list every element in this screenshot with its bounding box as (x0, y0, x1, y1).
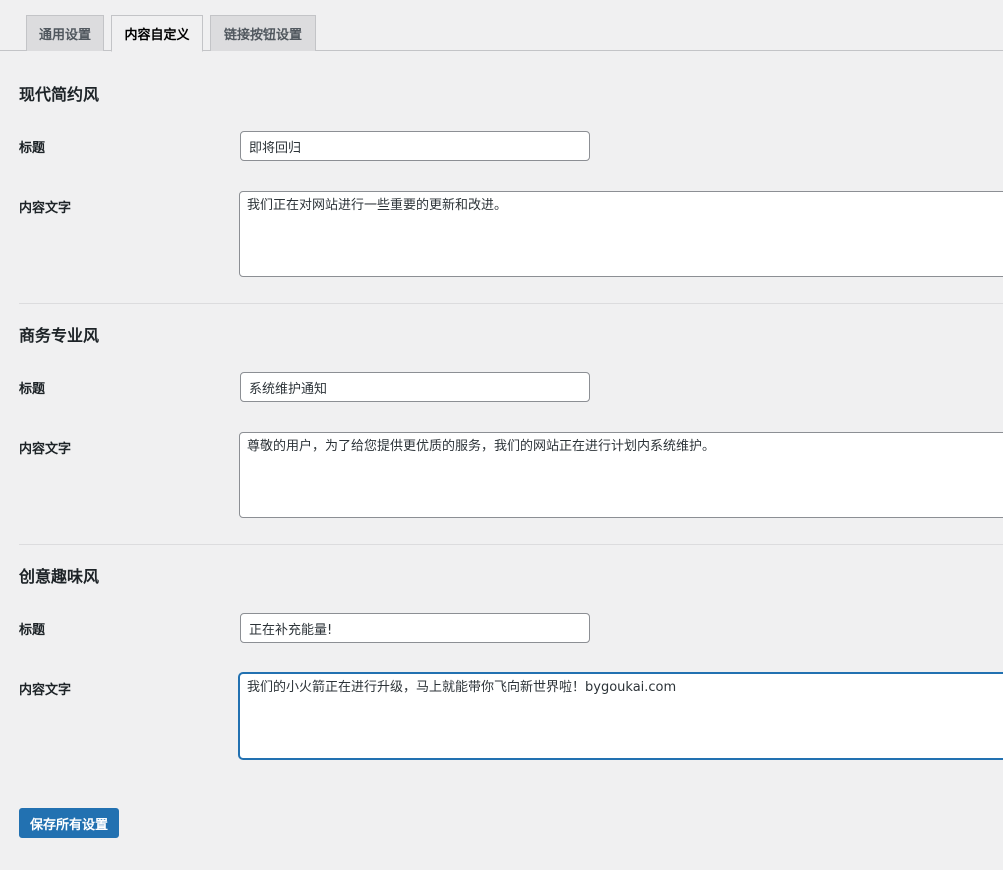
modern-content-textarea[interactable]: 我们正在对网站进行一些重要的更新和改进。 (239, 191, 1003, 277)
content-label: 内容文字 (19, 683, 72, 698)
tab-link-button-settings[interactable]: 链接按钮设置 (210, 15, 316, 51)
tab-content-customization[interactable]: 内容自定义 (111, 15, 203, 52)
creative-content-textarea[interactable]: 我们的小火箭正在进行升级，马上就能带你飞向新世界啦！bygoukai.com (239, 673, 1003, 759)
settings-tabs: 通用设置 内容自定义 链接按钮设置 (0, 0, 1003, 52)
save-all-settings-button[interactable]: 保存所有设置 (19, 808, 119, 838)
section-title-modern-minimal: 现代简约风 (19, 85, 100, 104)
section-title-creative-fun: 创意趣味风 (19, 567, 100, 586)
title-label: 标题 (19, 141, 46, 156)
section-title-business-professional: 商务专业风 (19, 326, 100, 345)
title-label: 标题 (19, 382, 46, 397)
section-divider (19, 544, 1003, 545)
content-label: 内容文字 (19, 201, 72, 216)
content-label: 内容文字 (19, 442, 72, 457)
tab-general-settings[interactable]: 通用设置 (26, 15, 104, 51)
creative-title-input[interactable] (240, 613, 590, 643)
business-title-input[interactable] (240, 372, 590, 402)
business-content-textarea[interactable]: 尊敬的用户，为了给您提供更优质的服务，我们的网站正在进行计划内系统维护。 (239, 432, 1003, 518)
section-divider (19, 303, 1003, 304)
modern-title-input[interactable] (240, 131, 590, 161)
title-label: 标题 (19, 623, 46, 638)
